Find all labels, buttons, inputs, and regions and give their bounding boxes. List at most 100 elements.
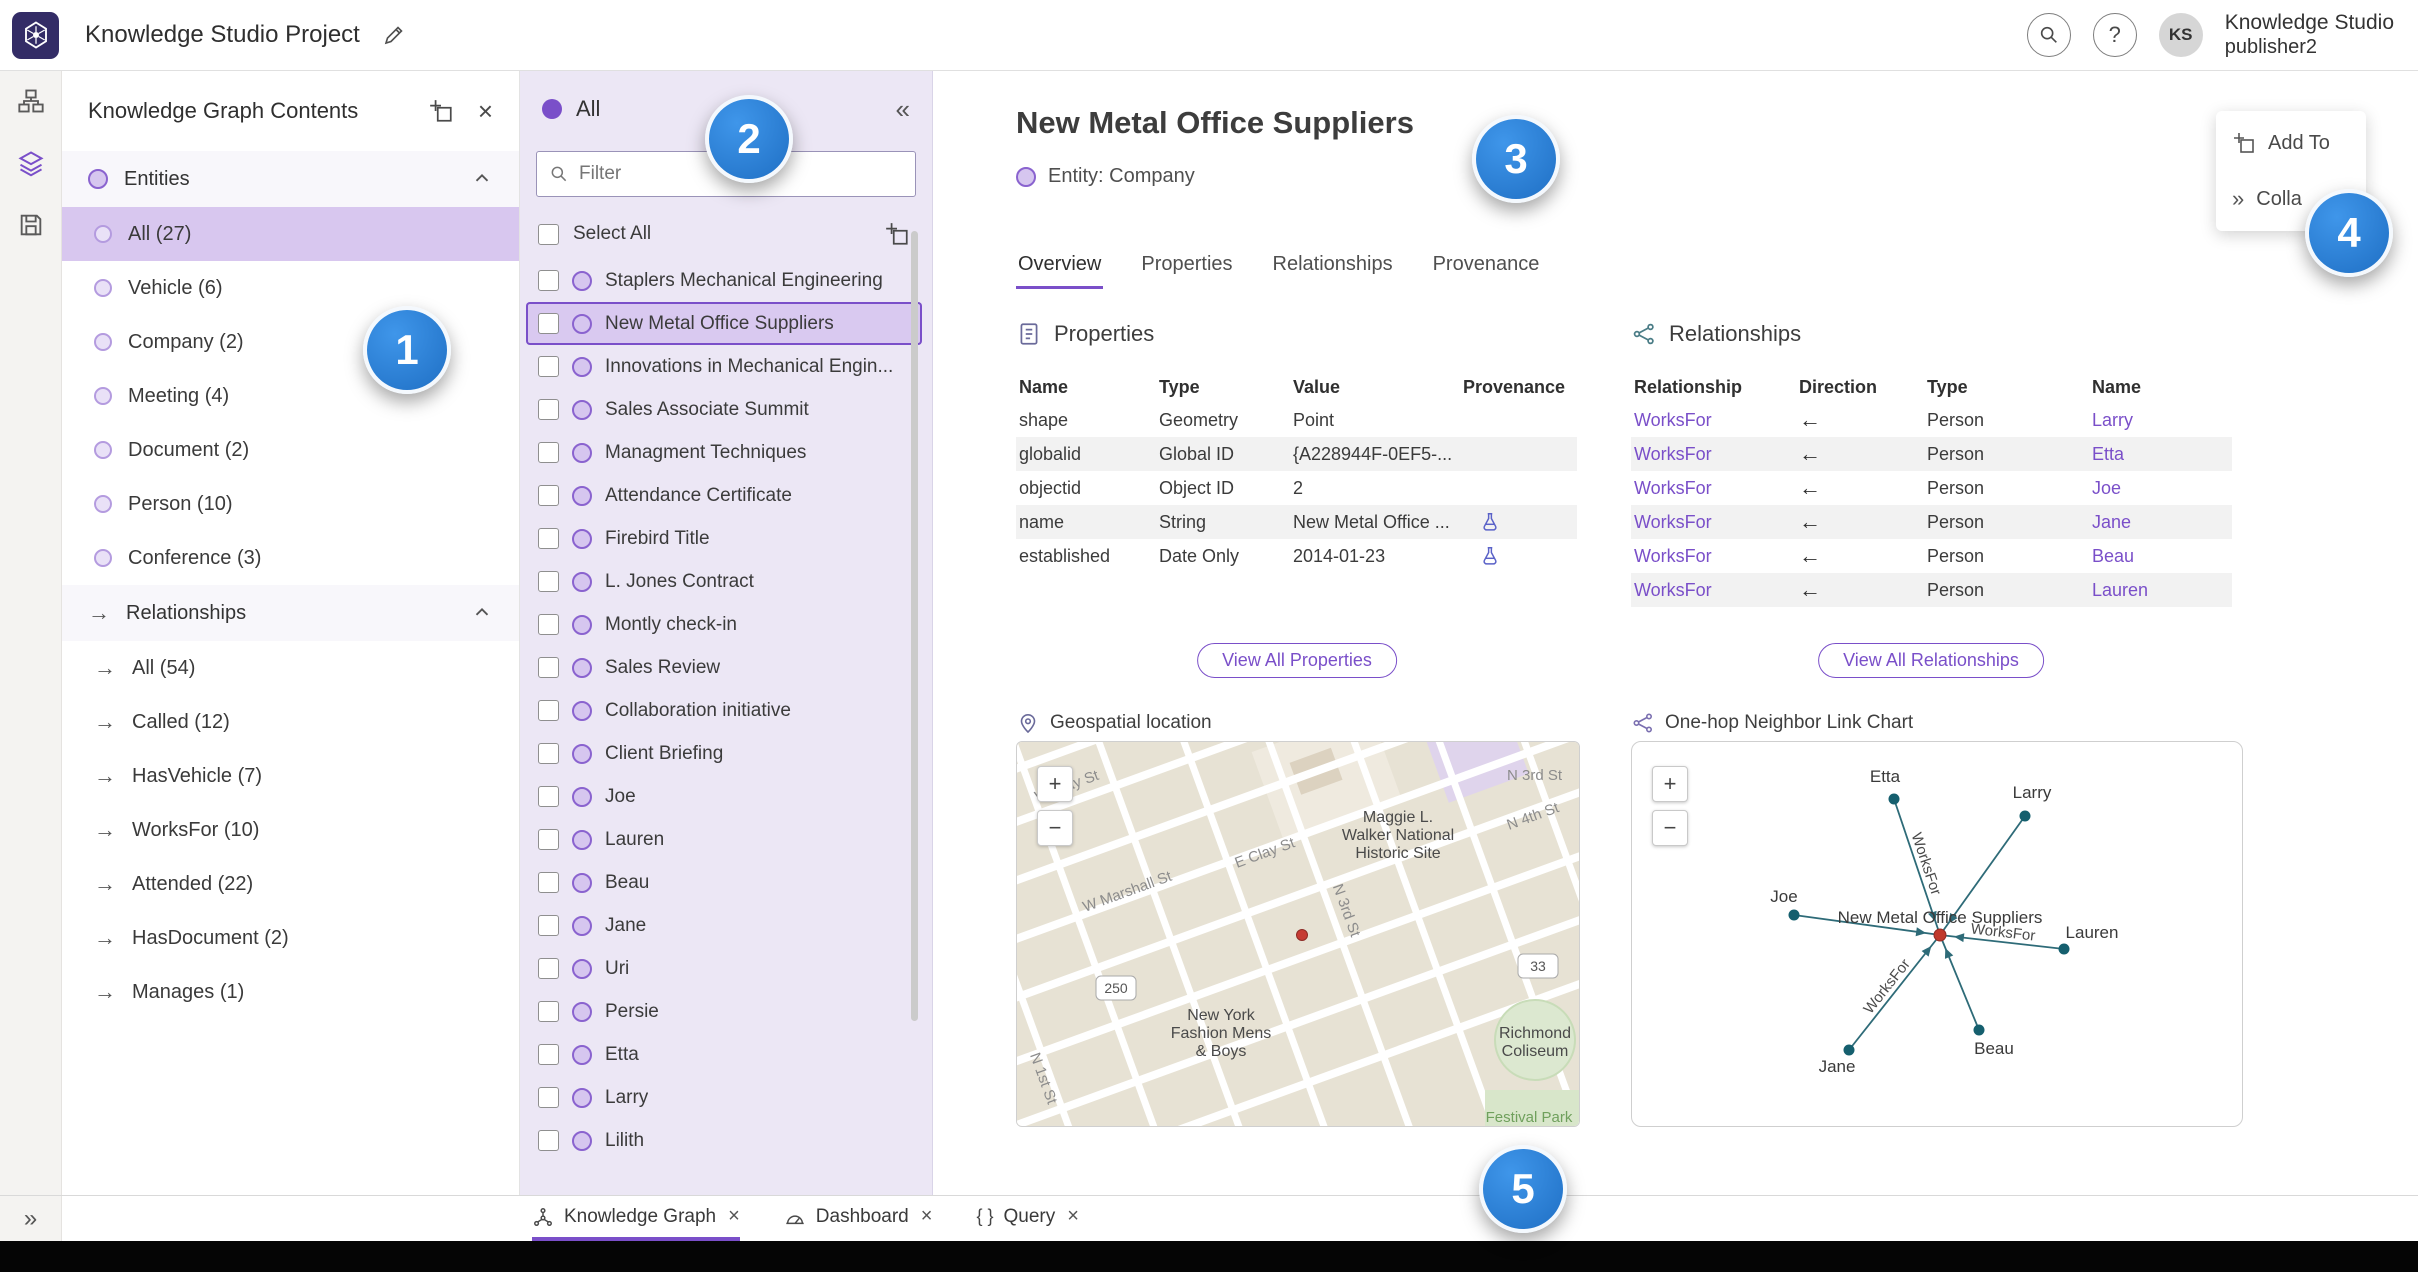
provenance-icon[interactable] bbox=[1479, 511, 1501, 533]
search-button[interactable] bbox=[2026, 12, 2071, 57]
chart-zoom-out-button[interactable]: − bbox=[1652, 810, 1688, 846]
table-row[interactable]: shape Geometry Point bbox=[1016, 403, 1577, 437]
layers-button[interactable] bbox=[9, 141, 53, 185]
tab-properties[interactable]: Properties bbox=[1139, 249, 1234, 289]
graph-item[interactable]: Montly check-in bbox=[520, 603, 932, 646]
entity-link[interactable]: Lauren bbox=[2089, 580, 2232, 601]
table-row[interactable]: WorksFor ← Person Lauren bbox=[1631, 573, 2232, 607]
bottom-tab-dashboard[interactable]: Dashboard × bbox=[784, 1196, 933, 1241]
graph-item[interactable]: Staplers Mechanical Engineering bbox=[520, 259, 932, 302]
entities-section-header[interactable]: Entities bbox=[62, 151, 519, 207]
relationships-section-header[interactable]: → Relationships bbox=[62, 585, 519, 641]
graph-item[interactable]: Collaboration initiative bbox=[520, 689, 932, 732]
entity-link[interactable]: Jane bbox=[2089, 512, 2232, 533]
graph-item[interactable]: Larry bbox=[520, 1076, 932, 1119]
table-row[interactable]: WorksFor ← Person Larry bbox=[1631, 403, 2232, 437]
relationship-link[interactable]: WorksFor bbox=[1631, 478, 1796, 499]
table-row[interactable]: WorksFor ← Person Jane bbox=[1631, 505, 2232, 539]
chart-node-jane[interactable] bbox=[1843, 1044, 1855, 1056]
add-content-button[interactable] bbox=[428, 98, 454, 124]
close-tab-icon[interactable]: × bbox=[728, 1205, 740, 1228]
graph-item[interactable]: Persie bbox=[520, 990, 932, 1033]
save-button[interactable] bbox=[9, 203, 53, 247]
graph-item[interactable]: Lauren bbox=[520, 818, 932, 861]
relationship-filter-item[interactable]: → Manages (1) bbox=[62, 965, 519, 1019]
select-all-checkbox[interactable] bbox=[538, 223, 559, 245]
graph-item[interactable]: Attendance Certificate bbox=[520, 474, 932, 517]
add-to-menu-item[interactable]: Add To bbox=[2216, 115, 2366, 171]
entity-link[interactable]: Joe bbox=[2089, 478, 2232, 499]
relationship-link[interactable]: WorksFor bbox=[1631, 580, 1796, 601]
entity-filter-item[interactable]: Meeting (4) bbox=[62, 369, 519, 423]
avatar[interactable]: KS bbox=[2158, 12, 2203, 57]
relationship-filter-item[interactable]: → HasDocument (2) bbox=[62, 911, 519, 965]
relationship-link[interactable]: WorksFor bbox=[1631, 410, 1796, 431]
close-tab-icon[interactable]: × bbox=[1067, 1205, 1079, 1228]
table-row[interactable]: globalid Global ID {A228944F-0EF5-... bbox=[1016, 437, 1577, 471]
table-row[interactable]: name String New Metal Office ... bbox=[1016, 505, 1577, 539]
table-row[interactable]: objectid Object ID 2 bbox=[1016, 471, 1577, 505]
chart-node-beau[interactable] bbox=[1973, 1024, 1985, 1036]
graph-item[interactable]: Lilith bbox=[520, 1119, 932, 1162]
chart-zoom-in-button[interactable]: + bbox=[1652, 766, 1688, 802]
edit-title-icon[interactable] bbox=[382, 23, 406, 47]
relationship-link[interactable]: WorksFor bbox=[1631, 512, 1796, 533]
graph-item[interactable]: Sales Associate Summit bbox=[520, 388, 932, 431]
entity-link[interactable]: Beau bbox=[2089, 546, 2232, 567]
graph-item[interactable]: Jane bbox=[520, 904, 932, 947]
map-view[interactable]: + − St E Clay St W Marshall St N 3rd St … bbox=[1016, 741, 1580, 1127]
graph-item[interactable]: Innovations in Mechanical Engin... bbox=[520, 345, 932, 388]
graph-item[interactable]: Client Briefing bbox=[520, 732, 932, 775]
entity-link[interactable]: Larry bbox=[2089, 410, 2232, 431]
relationship-filter-item[interactable]: → HasVehicle (7) bbox=[62, 749, 519, 803]
data-model-button[interactable] bbox=[9, 79, 53, 123]
graph-item[interactable]: Joe bbox=[520, 775, 932, 818]
map-zoom-out-button[interactable]: − bbox=[1037, 810, 1073, 846]
collapse-panel-icon[interactable]: « bbox=[896, 94, 910, 125]
expand-rail-button[interactable]: » bbox=[0, 1196, 62, 1241]
entity-link[interactable]: Etta bbox=[2089, 444, 2232, 465]
entity-filter-item[interactable]: Conference (3) bbox=[62, 531, 519, 585]
tab-provenance[interactable]: Provenance bbox=[1431, 249, 1542, 289]
app-logo[interactable] bbox=[12, 11, 59, 59]
graph-item[interactable]: Uri bbox=[520, 947, 932, 990]
map-zoom-in-button[interactable]: + bbox=[1037, 766, 1073, 802]
bottom-tab-query[interactable]: { } Query × bbox=[976, 1196, 1078, 1241]
table-row[interactable]: WorksFor ← Person Etta bbox=[1631, 437, 2232, 471]
chart-node-lauren[interactable] bbox=[2058, 943, 2070, 955]
entity-filter-item[interactable]: Document (2) bbox=[62, 423, 519, 477]
table-row[interactable]: established Date Only 2014-01-23 bbox=[1016, 539, 1577, 573]
close-panel-button[interactable]: × bbox=[478, 98, 493, 124]
graph-item[interactable]: Beau bbox=[520, 861, 932, 904]
scrollbar[interactable] bbox=[911, 231, 918, 1021]
graph-item[interactable]: New Metal Office Suppliers bbox=[526, 302, 922, 345]
graph-item[interactable]: Firebird Title bbox=[520, 517, 932, 560]
chart-node-joe[interactable] bbox=[1788, 909, 1800, 921]
close-tab-icon[interactable]: × bbox=[921, 1205, 933, 1228]
graph-item[interactable]: Etta bbox=[520, 1033, 932, 1076]
graph-item[interactable]: Managment Techniques bbox=[520, 431, 932, 474]
bottom-tab-knowledge-graph[interactable]: Knowledge Graph × bbox=[532, 1196, 740, 1241]
graph-item[interactable]: L. Jones Contract bbox=[520, 560, 932, 603]
relationship-link[interactable]: WorksFor bbox=[1631, 444, 1796, 465]
add-selection-button[interactable] bbox=[884, 221, 910, 247]
view-all-properties-button[interactable]: View All Properties bbox=[1197, 643, 1397, 678]
tab-relationships[interactable]: Relationships bbox=[1271, 249, 1395, 289]
entity-filter-item[interactable]: Vehicle (6) bbox=[62, 261, 519, 315]
view-all-relationships-button[interactable]: View All Relationships bbox=[1818, 643, 2044, 678]
tab-overview[interactable]: Overview bbox=[1016, 249, 1104, 289]
relationship-filter-item[interactable]: → All (54) bbox=[62, 641, 519, 695]
entity-filter-item[interactable]: All (27) bbox=[62, 207, 519, 261]
chart-center-node[interactable] bbox=[1933, 928, 1947, 942]
entity-filter-item[interactable]: Person (10) bbox=[62, 477, 519, 531]
relationship-link[interactable]: WorksFor bbox=[1631, 546, 1796, 567]
graph-item[interactable]: Sales Review bbox=[520, 646, 932, 689]
provenance-icon[interactable] bbox=[1479, 545, 1501, 567]
user-menu[interactable]: Knowledge Studio publisher2 bbox=[2225, 11, 2394, 58]
chart-node-etta[interactable] bbox=[1888, 793, 1900, 805]
help-button[interactable]: ? bbox=[2092, 12, 2137, 57]
table-row[interactable]: WorksFor ← Person Beau bbox=[1631, 539, 2232, 573]
relationship-filter-item[interactable]: → WorksFor (10) bbox=[62, 803, 519, 857]
relationship-filter-item[interactable]: → Attended (22) bbox=[62, 857, 519, 911]
relationship-filter-item[interactable]: → Called (12) bbox=[62, 695, 519, 749]
